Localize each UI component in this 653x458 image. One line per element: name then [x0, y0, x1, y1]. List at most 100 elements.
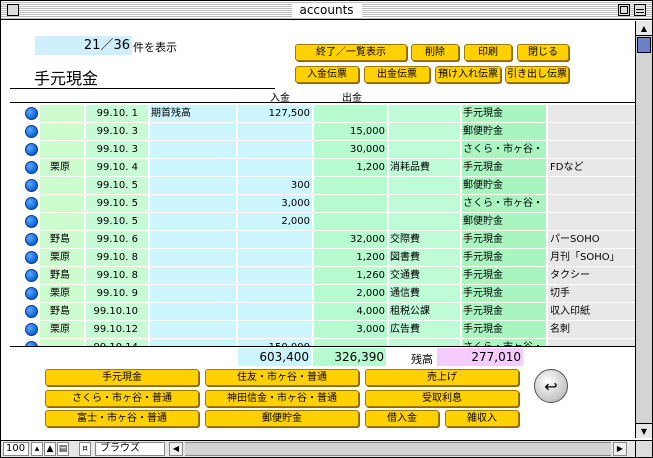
- status-area-icon[interactable]: ▤: [57, 442, 69, 456]
- category-cell[interactable]: [389, 213, 460, 230]
- record-button-icon[interactable]: [25, 287, 38, 300]
- person-cell[interactable]: 栗原: [40, 159, 84, 176]
- title-bar[interactable]: accounts: [1, 1, 652, 20]
- in-amount-cell[interactable]: [238, 141, 312, 158]
- in-amount-cell[interactable]: 2,000: [238, 213, 312, 230]
- category-cell[interactable]: 交通費: [389, 267, 460, 284]
- date-cell[interactable]: 99.10. 5: [86, 177, 148, 194]
- zoom-in-icon[interactable]: ▲: [44, 442, 56, 456]
- out-amount-cell[interactable]: [314, 195, 387, 212]
- note-cell[interactable]: [548, 105, 636, 122]
- table-row[interactable]: 栗原 99.10. 8 1,200 図書費 手元現金 月刊「SOHO」: [10, 249, 636, 267]
- bank-withdraw-slip-button[interactable]: 引き出し伝票: [505, 66, 569, 83]
- out-amount-cell[interactable]: 1,260: [314, 267, 387, 284]
- table-row[interactable]: 99.10. 5 2,000 郵便貯金: [10, 213, 636, 231]
- zoom-level[interactable]: 100: [3, 442, 29, 456]
- account-cell[interactable]: 手元現金: [462, 267, 546, 284]
- note-cell[interactable]: タクシー: [548, 267, 636, 284]
- note-cell[interactable]: [548, 141, 636, 158]
- date-cell[interactable]: 99.10. 8: [86, 267, 148, 284]
- account-cell[interactable]: さくら・市ヶ谷・: [462, 339, 546, 346]
- account-cell[interactable]: 手元現金: [462, 321, 546, 338]
- date-cell[interactable]: 99.10.10: [86, 303, 148, 320]
- in-amount-cell[interactable]: [238, 159, 312, 176]
- account-cell[interactable]: さくら・市ヶ谷・: [462, 195, 546, 212]
- in-amount-cell[interactable]: [238, 231, 312, 248]
- in-amount-cell[interactable]: [238, 249, 312, 266]
- table-row[interactable]: 99.10. 5 3,000 さくら・市ヶ谷・: [10, 195, 636, 213]
- person-cell[interactable]: [40, 339, 84, 346]
- out-amount-cell[interactable]: [314, 213, 387, 230]
- summary-cell[interactable]: [150, 339, 236, 346]
- table-row[interactable]: 99.10. 3 30,000 さくら・市ヶ谷・: [10, 141, 636, 159]
- date-cell[interactable]: 99.10.14: [86, 339, 148, 346]
- out-amount-cell[interactable]: [314, 339, 387, 346]
- resize-grip-icon[interactable]: [635, 441, 652, 457]
- in-amount-cell[interactable]: [238, 321, 312, 338]
- bank-deposit-slip-button[interactable]: 預け入れ伝票: [435, 66, 501, 83]
- category-cell[interactable]: 通信費: [389, 285, 460, 302]
- scroll-right-icon[interactable]: ▶: [613, 442, 627, 456]
- in-amount-cell[interactable]: 150,000: [238, 339, 312, 346]
- person-cell[interactable]: [40, 195, 84, 212]
- note-cell[interactable]: [548, 339, 636, 346]
- out-amount-cell[interactable]: 2,000: [314, 285, 387, 302]
- deposit-slip-button[interactable]: 入金伝票: [295, 66, 359, 83]
- account-cell[interactable]: 郵便貯金: [462, 177, 546, 194]
- mode-icon[interactable]: ¤: [79, 442, 91, 456]
- summary-cell[interactable]: [150, 267, 236, 284]
- table-row[interactable]: 99.10. 3 15,000 郵便貯金: [10, 123, 636, 141]
- summary-cell[interactable]: [150, 159, 236, 176]
- summary-cell[interactable]: [150, 249, 236, 266]
- nav-postal-button[interactable]: 郵便貯金: [205, 410, 359, 427]
- category-cell[interactable]: [389, 177, 460, 194]
- horizontal-scroll-track[interactable]: [185, 442, 611, 456]
- category-cell[interactable]: 広告費: [389, 321, 460, 338]
- out-amount-cell[interactable]: 30,000: [314, 141, 387, 158]
- note-cell[interactable]: 収入印紙: [548, 303, 636, 320]
- out-amount-cell[interactable]: 1,200: [314, 249, 387, 266]
- table-row[interactable]: 栗原 99.10.12 3,000 広告費 手元現金 名刺: [10, 321, 636, 339]
- zoom-out-icon[interactable]: ▴: [31, 442, 43, 456]
- account-cell[interactable]: 手元現金: [462, 231, 546, 248]
- nav-cash-button[interactable]: 手元現金: [45, 369, 199, 386]
- summary-cell[interactable]: [150, 321, 236, 338]
- person-cell[interactable]: [40, 141, 84, 158]
- delete-button[interactable]: 削除: [411, 44, 459, 61]
- person-cell[interactable]: [40, 213, 84, 230]
- in-amount-cell[interactable]: [238, 267, 312, 284]
- category-cell[interactable]: 図書費: [389, 249, 460, 266]
- record-button-icon[interactable]: [25, 125, 38, 138]
- note-cell[interactable]: [548, 213, 636, 230]
- nav-sumitomo-button[interactable]: 住友・市ヶ谷・普通: [205, 369, 359, 386]
- table-row[interactable]: 99.10. 1 期首残高 127,500 手元現金: [10, 105, 636, 123]
- summary-cell[interactable]: [150, 177, 236, 194]
- record-button-icon[interactable]: [25, 161, 38, 174]
- person-cell[interactable]: 野島: [40, 267, 84, 284]
- date-cell[interactable]: 99.10. 8: [86, 249, 148, 266]
- summary-cell[interactable]: [150, 285, 236, 302]
- note-cell[interactable]: [548, 177, 636, 194]
- record-button-icon[interactable]: [25, 305, 38, 318]
- record-button-icon[interactable]: [25, 269, 38, 282]
- summary-cell[interactable]: [150, 213, 236, 230]
- note-cell[interactable]: 切手: [548, 285, 636, 302]
- withdrawal-slip-button[interactable]: 出金伝票: [364, 66, 430, 83]
- summary-cell[interactable]: [150, 231, 236, 248]
- record-button-icon[interactable]: [25, 107, 38, 120]
- person-cell[interactable]: [40, 177, 84, 194]
- scroll-thumb[interactable]: [637, 37, 651, 53]
- table-row[interactable]: 野島 99.10. 8 1,260 交通費 手元現金 タクシー: [10, 267, 636, 285]
- account-cell[interactable]: さくら・市ヶ谷・: [462, 141, 546, 158]
- out-amount-cell[interactable]: 32,000: [314, 231, 387, 248]
- summary-cell[interactable]: [150, 195, 236, 212]
- date-cell[interactable]: 99.10.12: [86, 321, 148, 338]
- scroll-down-icon[interactable]: ▼: [636, 423, 652, 438]
- note-cell[interactable]: パーSOHO: [548, 231, 636, 248]
- nav-interest-button[interactable]: 受取利息: [365, 390, 519, 407]
- scroll-up-icon[interactable]: ▲: [636, 21, 652, 36]
- table-row[interactable]: 99.10. 5 300 郵便貯金: [10, 177, 636, 195]
- date-cell[interactable]: 99.10. 9: [86, 285, 148, 302]
- record-button-icon[interactable]: [25, 233, 38, 246]
- close-button[interactable]: 閉じる: [517, 44, 569, 61]
